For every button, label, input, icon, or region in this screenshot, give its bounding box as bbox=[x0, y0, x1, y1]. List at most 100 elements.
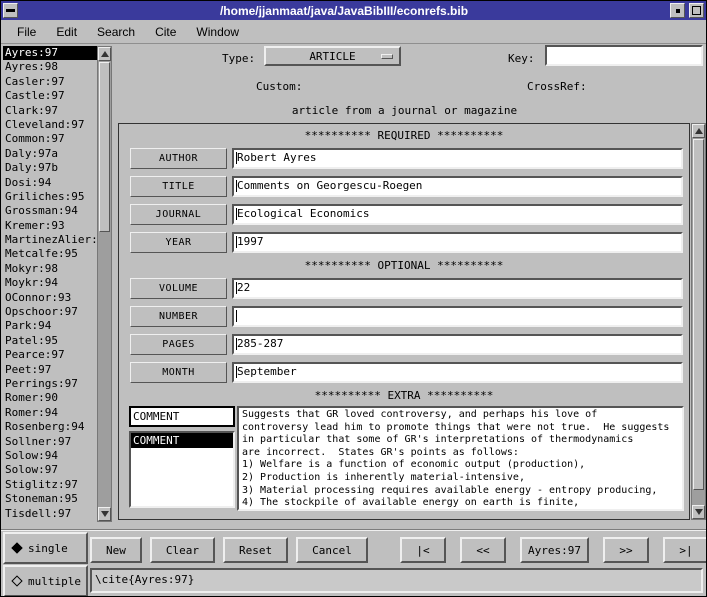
main-scrollbar-thumb[interactable] bbox=[693, 139, 704, 490]
list-item[interactable]: Daly:97a bbox=[3, 147, 97, 161]
single-mode-label: single bbox=[28, 542, 68, 555]
list-item[interactable]: Solow:97 bbox=[3, 463, 97, 477]
extra-list-item[interactable]: COMMENT bbox=[131, 433, 233, 448]
list-item[interactable]: Griliches:95 bbox=[3, 190, 97, 204]
list-item[interactable]: Common:97 bbox=[3, 132, 97, 146]
list-item[interactable]: OConnor:93 bbox=[3, 291, 97, 305]
field-input-journal[interactable]: Ecological Economics bbox=[232, 204, 683, 225]
field-label-number: NUMBER bbox=[130, 306, 227, 327]
field-label-pages: PAGES bbox=[130, 334, 227, 355]
nav-first-button[interactable]: |< bbox=[400, 537, 446, 563]
text-caret bbox=[236, 180, 237, 192]
list-item[interactable]: Rosenberg:94 bbox=[3, 420, 97, 434]
window-title: /home/jjanmaat/java/JavaBibIII/econrefs.… bbox=[20, 4, 668, 18]
list-scrollbar[interactable] bbox=[97, 46, 112, 522]
up-arrow-icon bbox=[695, 128, 703, 134]
list-item[interactable]: Solow:94 bbox=[3, 449, 97, 463]
multiple-mode-label: multiple bbox=[28, 575, 81, 588]
multiple-mode-tab[interactable]: multiple bbox=[3, 565, 88, 597]
list-item[interactable]: Romer:94 bbox=[3, 406, 97, 420]
list-item[interactable]: Clark:97 bbox=[3, 104, 97, 118]
list-item[interactable]: Ayres:97 bbox=[3, 46, 97, 60]
extra-field-list[interactable]: COMMENT bbox=[129, 431, 235, 508]
list-item[interactable]: Patel:95 bbox=[3, 334, 97, 348]
list-item[interactable]: Cleveland:97 bbox=[3, 118, 97, 132]
down-arrow-icon bbox=[101, 511, 109, 517]
list-item[interactable]: Ayres:98 bbox=[3, 60, 97, 74]
key-input-value: Ayres:97 bbox=[577, 64, 630, 66]
required-section-title: ********** REQUIRED ********** bbox=[124, 128, 684, 144]
list-item[interactable]: Dosi:94 bbox=[3, 176, 97, 190]
cite-command-field[interactable]: \cite{Ayres:97} bbox=[90, 568, 703, 593]
reference-list[interactable]: Ayres:97Ayres:98Casler:97Castle:97Clark:… bbox=[3, 46, 97, 522]
custom-label: Custom: bbox=[256, 80, 302, 93]
list-item[interactable]: Mokyr:98 bbox=[3, 262, 97, 276]
new-button[interactable]: New bbox=[90, 537, 142, 563]
titlebar: /home/jjanmaat/java/JavaBibIII/econrefs.… bbox=[1, 1, 706, 20]
extra-field-combo[interactable]: COMMENT bbox=[129, 406, 235, 427]
extra-section-title: ********** EXTRA ********** bbox=[124, 388, 684, 404]
list-item[interactable]: Castle:97 bbox=[3, 89, 97, 103]
menu-window[interactable]: Window bbox=[186, 22, 249, 42]
clear-button[interactable]: Clear bbox=[150, 537, 215, 563]
list-item[interactable]: Stoneman:95 bbox=[3, 492, 97, 506]
list-scrollbar-thumb[interactable] bbox=[99, 62, 110, 232]
nav-prev-button[interactable]: << bbox=[460, 537, 506, 563]
list-item[interactable]: Daly:97b bbox=[3, 161, 97, 175]
list-item[interactable]: Peet:97 bbox=[3, 363, 97, 377]
field-input-number[interactable] bbox=[232, 306, 683, 327]
list-item[interactable]: Kremer:93 bbox=[3, 219, 97, 233]
text-caret bbox=[576, 65, 577, 66]
comment-textarea[interactable]: Suggests that GR loved controversy, and … bbox=[237, 406, 684, 511]
window-menu-button[interactable] bbox=[3, 3, 18, 18]
field-input-year[interactable]: 1997 bbox=[232, 232, 683, 253]
list-item[interactable]: Park:94 bbox=[3, 319, 97, 333]
list-scroll-up-button[interactable] bbox=[98, 47, 111, 61]
optional-fields: VOLUME22NUMBERPAGES285-287MONTHSeptember bbox=[124, 274, 684, 386]
field-input-volume[interactable]: 22 bbox=[232, 278, 683, 299]
menu-file[interactable]: File bbox=[7, 22, 46, 42]
main-scroll-down-button[interactable] bbox=[692, 505, 705, 519]
optional-section-title: ********** OPTIONAL ********** bbox=[124, 258, 684, 274]
nav-current-button[interactable]: Ayres:97 bbox=[520, 537, 589, 563]
nav-button-row: |< << Ayres:97 >> >| bbox=[400, 537, 707, 563]
list-item[interactable]: Metcalfe:95 bbox=[3, 247, 97, 261]
menu-search[interactable]: Search bbox=[87, 22, 145, 42]
main-scrollbar[interactable] bbox=[691, 123, 706, 520]
type-dropdown[interactable]: ARTICLE bbox=[264, 46, 401, 66]
text-caret bbox=[236, 208, 237, 220]
cancel-button[interactable]: Cancel bbox=[296, 537, 368, 563]
list-item[interactable]: Opschoor:97 bbox=[3, 305, 97, 319]
type-dropdown-value: ARTICLE bbox=[309, 50, 355, 63]
field-input-pages[interactable]: 285-287 bbox=[232, 334, 683, 355]
list-item[interactable]: Casler:97 bbox=[3, 75, 97, 89]
single-mode-tab[interactable]: single bbox=[3, 532, 88, 564]
field-input-author[interactable]: Robert Ayres bbox=[232, 148, 683, 169]
reset-button[interactable]: Reset bbox=[223, 537, 288, 563]
text-caret bbox=[236, 310, 237, 322]
nav-last-button[interactable]: >| bbox=[663, 537, 707, 563]
field-input-month[interactable]: September bbox=[232, 362, 683, 383]
list-item[interactable]: Grossman:94 bbox=[3, 204, 97, 218]
menu-edit[interactable]: Edit bbox=[46, 22, 87, 42]
list-item[interactable]: Stiglitz:97 bbox=[3, 478, 97, 492]
menu-cite[interactable]: Cite bbox=[145, 22, 186, 42]
list-item[interactable]: Pearce:97 bbox=[3, 348, 97, 362]
list-item[interactable]: Moykr:94 bbox=[3, 276, 97, 290]
maximize-icon bbox=[692, 6, 701, 15]
maximize-button[interactable] bbox=[689, 3, 704, 18]
field-input-title[interactable]: Comments on Georgescu-Roegen bbox=[232, 176, 683, 197]
list-item[interactable]: Tisdell:97 bbox=[3, 507, 97, 521]
list-scroll-down-button[interactable] bbox=[98, 507, 111, 521]
field-row: TITLEComments on Georgescu-Roegen bbox=[124, 172, 684, 200]
list-item[interactable]: Sollner:97 bbox=[3, 435, 97, 449]
key-input[interactable]: Ayres:97 bbox=[545, 45, 703, 66]
list-item[interactable]: Perrings:97 bbox=[3, 377, 97, 391]
main-scroll-up-button[interactable] bbox=[692, 124, 705, 138]
nav-next-button[interactable]: >> bbox=[603, 537, 649, 563]
list-item[interactable]: Romer:90 bbox=[3, 391, 97, 405]
minimize-button[interactable] bbox=[670, 3, 685, 18]
down-arrow-icon bbox=[695, 509, 703, 515]
minimize-icon bbox=[676, 9, 680, 13]
list-item[interactable]: MartinezAlier:97 bbox=[3, 233, 97, 247]
